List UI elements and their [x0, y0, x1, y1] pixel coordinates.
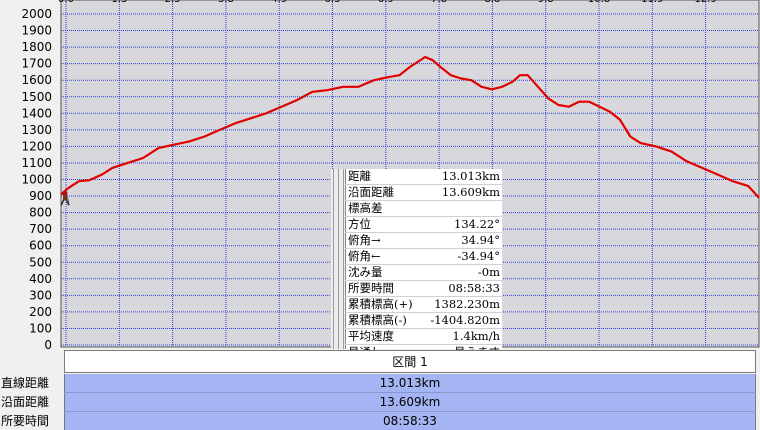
segment-info-panel: 距離 13.013km 沿面距離 13.609km 標高差方位 134.22° 俯角→ 34.…: [331, 169, 502, 361]
info-value: -0m: [477, 265, 500, 279]
surface-distance-label: 沿面距離: [1, 395, 50, 409]
info-label: 平均速度: [348, 329, 394, 343]
info-row: 累積標高(-) -1404.820m: [345, 313, 502, 329]
info-value: 08:58:33: [448, 281, 500, 295]
section-header[interactable]: 区間 1: [64, 350, 756, 373]
x-tick-label: 11.9: [641, 0, 663, 5]
y-tick-label: 1200: [21, 139, 52, 153]
y-tick-label: 1800: [21, 40, 52, 54]
info-label: 所要時間: [348, 281, 394, 295]
y-tick-label: 300: [29, 288, 52, 302]
panel-drag-handle[interactable]: [331, 169, 346, 349]
y-tick-label: 800: [29, 206, 52, 220]
straight-distance-value: 13.013km: [64, 374, 756, 392]
info-label: 俯角→: [348, 233, 381, 247]
info-label: 累積標高(+): [348, 297, 413, 311]
y-tick-label: 1600: [21, 73, 52, 87]
info-value: 1382.230m: [434, 297, 500, 311]
x-tick-label: 1.3: [111, 0, 127, 5]
info-row: 方位 134.22°: [345, 217, 502, 233]
y-tick-label: 700: [29, 222, 52, 236]
x-tick-label: 2.5: [165, 0, 181, 5]
info-label: 累積標高(-): [348, 313, 407, 327]
y-tick-label: 1700: [21, 57, 52, 71]
info-label: 方位: [348, 217, 371, 231]
x-tick-label: 10.8: [588, 0, 610, 5]
info-row: 沿面距離 13.609km: [345, 185, 502, 201]
y-tick-label: 1900: [21, 24, 52, 38]
info-label: 沈み量: [348, 265, 383, 279]
info-row: 俯角→ 34.94°: [345, 233, 502, 249]
y-tick-label: 1500: [21, 90, 52, 104]
x-tick-label: 12.9: [694, 0, 716, 5]
x-tick-label: 6.9: [378, 0, 394, 5]
info-value: -34.94°: [457, 249, 500, 263]
x-tick-label: 8.8: [484, 0, 500, 5]
surface-distance-value: 13.609km: [64, 393, 756, 411]
required-time-value: 08:58:33: [64, 412, 756, 430]
x-tick-label: 4.9: [271, 0, 287, 5]
y-tick-label: 400: [29, 272, 52, 286]
y-tick-label: 900: [29, 189, 52, 203]
info-label: 俯角←: [348, 249, 381, 263]
y-tick-label: 2000: [21, 7, 52, 21]
x-tick-label: 9.8: [538, 0, 554, 5]
y-tick-label: 1300: [21, 123, 52, 137]
info-label: 標高差: [348, 201, 383, 215]
info-rows: 距離 13.013km 沿面距離 13.609km 標高差方位 134.22° 俯角→ 34.…: [345, 169, 502, 361]
info-label: 距離: [348, 169, 371, 183]
info-row: 沈み量 -0m: [345, 265, 502, 281]
info-row: 平均速度 1.4km/h: [345, 329, 502, 345]
y-tick-label: 1400: [21, 106, 52, 120]
info-row: 距離 13.013km: [345, 169, 502, 185]
info-row: 所要時間 08:58:33: [345, 281, 502, 297]
required-time-label: 所要時間: [1, 414, 50, 428]
x-tick-label: 0.0: [58, 0, 74, 5]
y-tick-label: 500: [29, 255, 52, 269]
info-row: 累積標高(+) 1382.230m: [345, 297, 502, 313]
info-row: 俯角← -34.94°: [345, 249, 502, 265]
info-value: 1.4km/h: [452, 329, 500, 343]
straight-distance-label: 直線距離: [1, 376, 50, 390]
info-row: 標高差: [345, 201, 502, 217]
info-value: 13.609km: [441, 185, 500, 199]
x-tick-label: 3.8: [218, 0, 234, 5]
info-value: 134.22°: [454, 217, 500, 231]
info-value: 13.013km: [441, 169, 500, 183]
y-tick-label: 1100: [21, 156, 52, 170]
y-tick-label: 100: [29, 321, 52, 335]
info-value: -1404.820m: [430, 313, 500, 327]
x-tick-label: 6.3: [325, 0, 341, 5]
x-tick-label: 7.8: [431, 0, 447, 5]
y-axis-ticks: 2000190018001700160015001400130012001100…: [21, 7, 52, 350]
y-tick-label: 600: [29, 239, 52, 253]
y-tick-label: 200: [29, 305, 52, 319]
info-value: 34.94°: [461, 233, 500, 247]
y-tick-label: 1000: [21, 173, 52, 187]
info-label: 沿面距離: [348, 185, 394, 199]
y-tick-label: 0: [44, 338, 52, 350]
